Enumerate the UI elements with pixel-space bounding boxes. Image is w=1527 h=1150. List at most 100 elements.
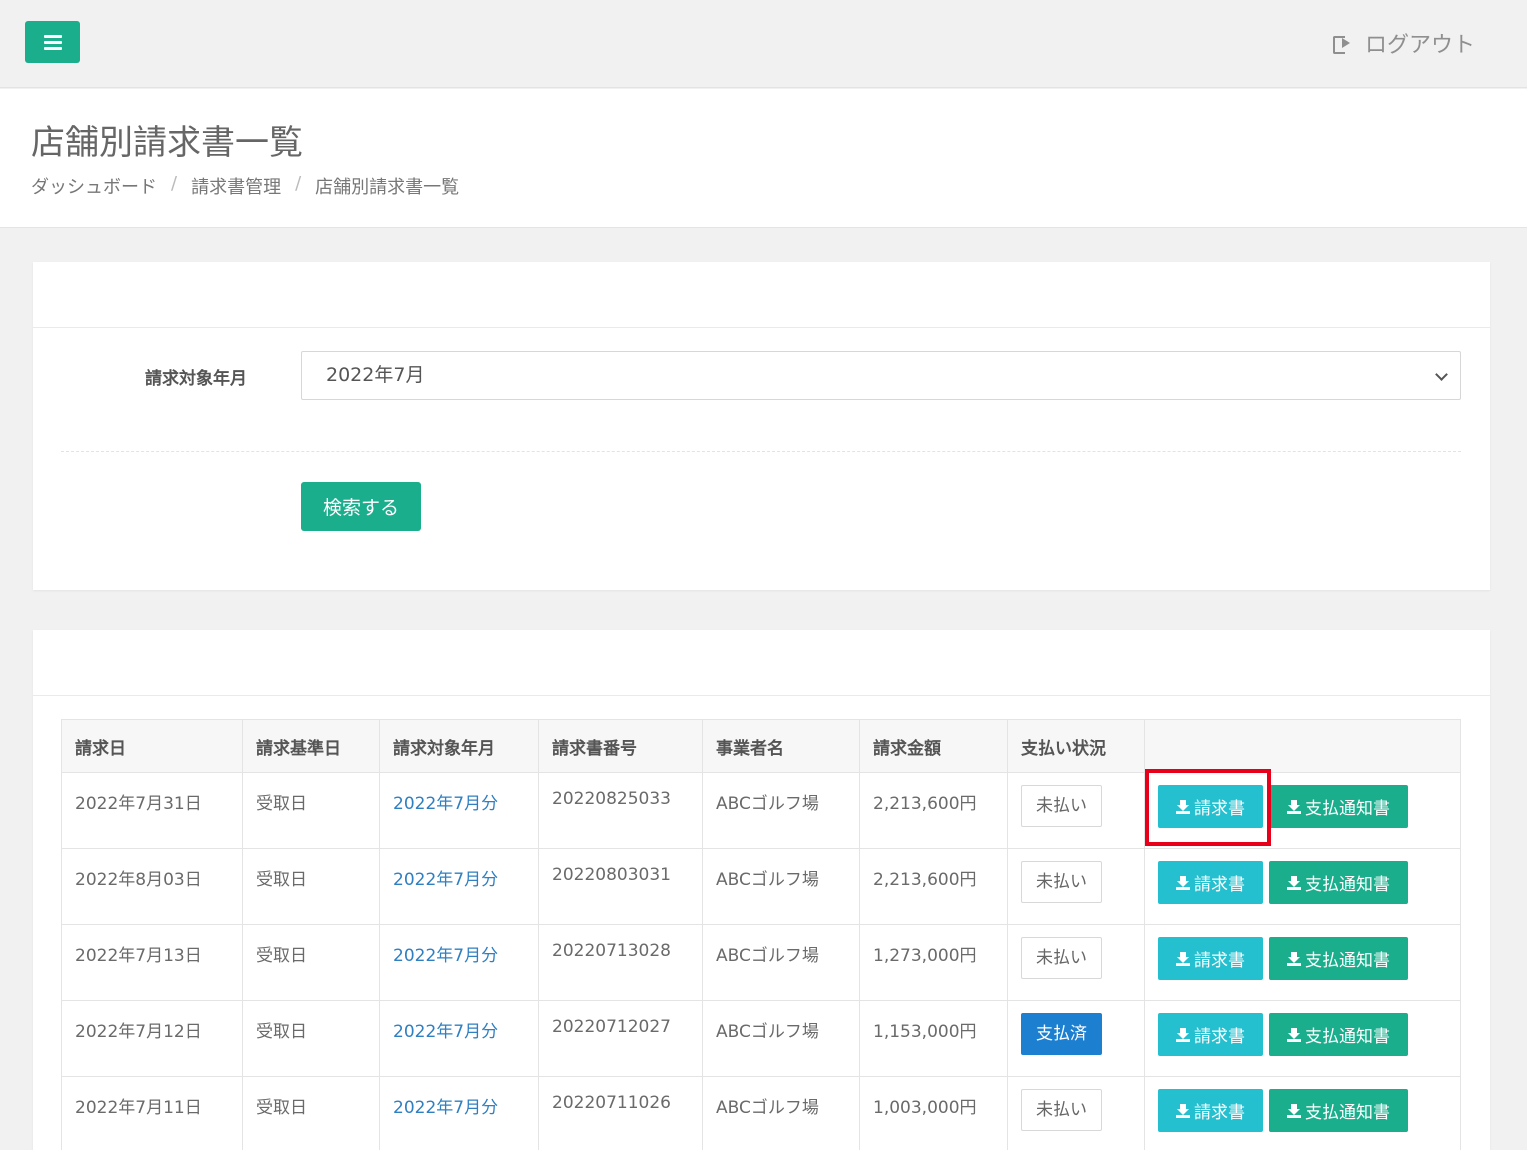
breadcrumb-current: 店舗別請求書一覧 — [315, 177, 460, 198]
download-payment-notice-label: 支払通知書 — [1305, 875, 1390, 895]
download-payment-notice-button[interactable]: 支払通知書 — [1269, 937, 1408, 980]
download-payment-notice-button[interactable]: 支払通知書 — [1269, 1089, 1408, 1132]
status-cell: 支払済 — [1007, 1000, 1145, 1077]
invoice-number: 20220711026 — [538, 1076, 703, 1150]
invoice-date: 2022年7月13日 — [61, 924, 243, 1001]
target-month-link[interactable]: 2022年7月分 — [379, 924, 539, 1001]
status-badge: 未払い — [1021, 937, 1102, 979]
download-payment-notice-label: 支払通知書 — [1305, 951, 1390, 971]
target-month-select[interactable]: 2022年7月 — [301, 351, 1461, 400]
search-button[interactable]: 検索する — [301, 482, 421, 531]
download-invoice-label: 請求書 — [1194, 1027, 1245, 1047]
status-badge: 未払い — [1021, 861, 1102, 903]
breadcrumb: ダッシュボード / 請求書管理 / 店舗別請求書一覧 — [31, 173, 459, 199]
logout-label: ログアウト — [1364, 33, 1475, 58]
invoice-number: 20220712027 — [538, 1000, 703, 1077]
target-month-link[interactable]: 2022年7月分 — [379, 1000, 539, 1077]
company-name: ABCゴルフ場 — [702, 1076, 860, 1150]
search-card-header — [33, 262, 1490, 328]
status-cell: 未払い — [1007, 772, 1145, 849]
download-invoice-label: 請求書 — [1194, 951, 1245, 971]
invoice-date: 2022年8月03日 — [61, 848, 243, 925]
download-invoice-button[interactable]: 請求書 — [1158, 1089, 1263, 1132]
menu-toggle-button[interactable] — [25, 21, 80, 63]
table-header-row: 請求日 請求基準日 請求対象年月 請求書番号 事業者名 請求金額 支払い状況 — [61, 719, 1461, 773]
download-invoice-button[interactable]: 請求書 — [1158, 1013, 1263, 1056]
invoice-number: 20220803031 — [538, 848, 703, 925]
base-date: 受取日 — [242, 924, 380, 1001]
table-row: 2022年7月11日 受取日 2022年7月分 20220711026 ABCゴルフ場 1… — [61, 1076, 1461, 1150]
breadcrumb-separator: / — [295, 173, 302, 194]
table-row: 2022年7月31日 受取日 2022年7月分 20220825033 ABCゴルフ場 2… — [61, 772, 1461, 849]
download-icon — [1176, 951, 1190, 966]
breadcrumb-dashboard[interactable]: ダッシュボード — [31, 173, 157, 199]
breadcrumb-invoice-management[interactable]: 請求書管理 — [191, 173, 281, 199]
actions-cell: 請求書 支払通知書 — [1144, 772, 1461, 849]
target-month-label: 請求対象年月 — [145, 369, 247, 389]
status-cell: 未払い — [1007, 1076, 1145, 1150]
invoice-amount: 1,153,000円 — [859, 1000, 1008, 1077]
download-invoice-button[interactable]: 請求書 — [1158, 785, 1263, 828]
invoice-list-card-header — [33, 630, 1490, 696]
download-payment-notice-button[interactable]: 支払通知書 — [1269, 1013, 1408, 1056]
status-cell: 未払い — [1007, 924, 1145, 1001]
table-row: 2022年7月13日 受取日 2022年7月分 20220713028 ABCゴルフ場 1… — [61, 924, 1461, 1001]
invoice-amount: 1,273,000円 — [859, 924, 1008, 1001]
download-icon — [1287, 1027, 1301, 1042]
download-icon — [1287, 1103, 1301, 1118]
company-name: ABCゴルフ場 — [702, 924, 860, 1001]
download-icon — [1176, 1103, 1190, 1118]
company-name: ABCゴルフ場 — [702, 1000, 860, 1077]
company-name: ABCゴルフ場 — [702, 848, 860, 925]
target-month-value: 2022年7月 — [326, 364, 425, 386]
actions-cell: 請求書 支払通知書 — [1144, 848, 1461, 925]
invoice-amount: 1,003,000円 — [859, 1076, 1008, 1150]
invoice-amount: 2,213,600円 — [859, 772, 1008, 849]
invoice-list-card: 請求日 請求基準日 請求対象年月 請求書番号 事業者名 請求金額 支払い状況 2… — [33, 630, 1490, 1150]
download-payment-notice-button[interactable]: 支払通知書 — [1269, 785, 1408, 828]
download-icon — [1287, 799, 1301, 814]
download-icon — [1287, 951, 1301, 966]
download-invoice-label: 請求書 — [1194, 1103, 1245, 1123]
divider — [61, 451, 1461, 452]
col-invoice-number: 請求書番号 — [538, 719, 703, 773]
download-invoice-label: 請求書 — [1194, 799, 1245, 819]
col-status: 支払い状況 — [1007, 719, 1145, 773]
actions-cell: 請求書 支払通知書 — [1144, 1000, 1461, 1077]
hamburger-icon — [43, 34, 62, 50]
base-date: 受取日 — [242, 1076, 380, 1150]
download-icon — [1176, 875, 1190, 890]
chevron-down-icon — [1435, 368, 1448, 381]
base-date: 受取日 — [242, 772, 380, 849]
status-cell: 未払い — [1007, 848, 1145, 925]
search-card: 請求対象年月 2022年7月 検索する — [33, 262, 1490, 590]
download-invoice-button[interactable]: 請求書 — [1158, 937, 1263, 980]
download-invoice-button[interactable]: 請求書 — [1158, 861, 1263, 904]
download-payment-notice-button[interactable]: 支払通知書 — [1269, 861, 1408, 904]
col-actions — [1144, 719, 1461, 773]
download-payment-notice-label: 支払通知書 — [1305, 1103, 1390, 1123]
col-target-month: 請求対象年月 — [379, 719, 539, 773]
company-name: ABCゴルフ場 — [702, 772, 860, 849]
download-icon — [1176, 1027, 1190, 1042]
page-title: 店舗別請求書一覧 — [31, 123, 303, 163]
invoice-date: 2022年7月11日 — [61, 1076, 243, 1150]
invoice-date: 2022年7月31日 — [61, 772, 243, 849]
invoice-number: 20220825033 — [538, 772, 703, 849]
target-month-link[interactable]: 2022年7月分 — [379, 772, 539, 849]
download-icon — [1176, 799, 1190, 814]
base-date: 受取日 — [242, 1000, 380, 1077]
actions-cell: 請求書 支払通知書 — [1144, 1076, 1461, 1150]
status-badge: 未払い — [1021, 1089, 1102, 1131]
base-date: 受取日 — [242, 848, 380, 925]
table-row: 2022年7月12日 受取日 2022年7月分 20220712027 ABCゴルフ場 1… — [61, 1000, 1461, 1077]
col-amount: 請求金額 — [859, 719, 1008, 773]
logout-link[interactable]: ログアウト — [1332, 28, 1475, 58]
target-month-link[interactable]: 2022年7月分 — [379, 848, 539, 925]
breadcrumb-separator: / — [171, 173, 178, 194]
topbar: ログアウト — [0, 0, 1527, 88]
actions-cell: 請求書 支払通知書 — [1144, 924, 1461, 1001]
table-row: 2022年8月03日 受取日 2022年7月分 20220803031 ABCゴルフ場 2… — [61, 848, 1461, 925]
target-month-link[interactable]: 2022年7月分 — [379, 1076, 539, 1150]
invoice-amount: 2,213,600円 — [859, 848, 1008, 925]
